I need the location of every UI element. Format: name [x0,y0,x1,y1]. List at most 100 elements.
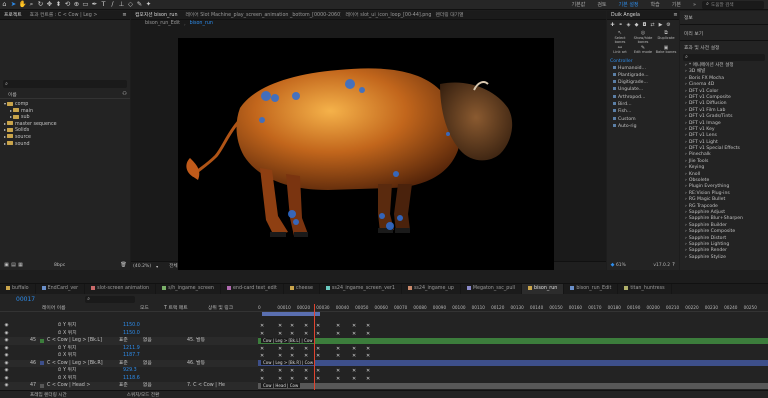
timeline-tab[interactable]: titan_huntress [618,284,672,294]
bake-bones-button[interactable]: ▣ Bake bones [655,45,677,55]
chevron-right-icon[interactable]: › [685,159,687,164]
keyframe-marker[interactable]: ✕ [290,376,294,382]
list-item[interactable]: Custom [607,116,679,123]
chevron-right-icon[interactable]: › [685,146,687,151]
keyframe-marker[interactable]: ✕ [316,323,320,329]
timeline-tab[interactable]: slot-screen animation [85,284,157,294]
visibility-eye-icon[interactable]: ◉ [3,330,10,337]
column-layer-name[interactable]: 레이어 이름 [42,304,140,311]
list-item[interactable]: Digitigrade... [607,79,679,86]
keyframe-marker[interactable]: ✕ [278,376,282,382]
keyframe-marker[interactable]: ✕ [366,376,370,382]
keyframe-marker[interactable]: ✕ [290,346,294,352]
tree-folder-master-sequence[interactable]: ▸ master sequence [0,120,130,127]
playhead[interactable] [314,304,315,390]
list-item[interactable]: Bird... [607,101,679,108]
track-matte-select[interactable]: 없음 [143,337,187,345]
keyframe-marker[interactable]: ✕ [316,376,320,382]
panel-menu-icon[interactable]: ≡ [121,12,128,19]
keyframe-marker[interactable]: ✕ [316,353,320,359]
chevron-right-icon[interactable]: › [685,255,687,260]
timeline-timecode[interactable]: 00017 [16,296,35,303]
keyframe-marker[interactable]: ✕ [352,323,356,329]
layer-duration-bar[interactable]: Cow | Leg > [Bk.L] | Cow [258,337,768,344]
puppet-pin-icon[interactable]: ✦ [144,0,153,9]
timeline-tab[interactable]: end-card text_edit [221,284,284,294]
keyframe-marker[interactable]: ✕ [366,331,370,337]
parent-select[interactable]: 45. 발등 [187,337,231,345]
help-icon[interactable]: ? [670,262,677,269]
timeline-tab[interactable]: Megaton_ssc_pull [461,284,523,294]
list-item[interactable]: Plantigrade... [607,72,679,79]
visibility-eye-icon[interactable]: ◉ [3,367,10,374]
chevron-right-icon[interactable]: › [685,236,687,241]
visibility-eye-icon[interactable]: ◉ [3,382,10,389]
workspace-basic[interactable]: 기본 [666,0,687,10]
workspace-more-icon[interactable]: » [687,0,702,10]
tree-folder-sound[interactable]: ▸ sound [0,140,130,147]
chevron-right-icon[interactable]: › [685,223,687,228]
layer-name[interactable]: C < Cow | Head > [47,382,119,390]
play-icon[interactable]: ▶ [657,22,664,29]
property-row[interactable]: ◉ ⏱ X 위치 1118.6 [0,375,258,383]
tab-effect-controls[interactable]: 효과 컨트롤 : C < Cow | Leg > [26,11,102,20]
tree-folder-main[interactable]: ▸ main [0,107,130,114]
timeline-tab[interactable]: cheese [284,284,320,294]
bone-icon[interactable]: ✚ [609,22,616,29]
property-row[interactable]: ◉ ⏱ Y 위치 1150.0 [0,322,258,330]
keyframe-marker[interactable]: ✕ [366,346,370,352]
chevron-right-icon[interactable]: › [685,172,687,177]
keyframe-marker[interactable]: ✕ [336,353,340,359]
timeline-tab[interactable]: bison_run [522,284,565,294]
keyframe-marker[interactable]: ✕ [352,376,356,382]
keyframe-marker[interactable]: ✕ [278,331,282,337]
time-ruler[interactable]: 0 00010 00020 00030 00040 00050 00060 00070 0008… [258,304,768,312]
keyframe-marker[interactable]: ✕ [304,331,308,337]
column-mode[interactable]: 모드 [140,304,164,311]
property-value[interactable]: 1187.7 [123,352,140,360]
clone-stamp-icon[interactable]: ⊥ [117,0,126,9]
link-icon[interactable]: ⚭ [617,22,624,29]
list-item[interactable]: Auto-rig [607,123,679,130]
chevron-right-icon[interactable]: › [685,184,687,189]
property-value[interactable]: 929.3 [123,367,137,375]
keyframe-marker[interactable]: ✕ [304,376,308,382]
keyframe-marker[interactable]: ✕ [316,368,320,374]
chevron-down-icon[interactable]: ▾ [155,263,159,270]
tab-project[interactable]: 프로젝트 [0,11,26,20]
tree-folder-comp[interactable]: ▾ comp [0,100,130,107]
keyframe-marker[interactable]: ✕ [316,331,320,337]
keyframe-marker[interactable]: ✕ [352,353,356,359]
timeline-tab[interactable]: ss24_ingame_screen_ver1 [320,284,402,294]
chevron-right-icon[interactable]: › [685,89,687,94]
timeline-tab[interactable]: buffalo [0,284,36,294]
edit-mode-button[interactable]: ✎ Edit mode [632,45,654,55]
chevron-right-icon[interactable]: › [685,197,687,202]
help-search[interactable]: ⌕ 도움말 검색 [702,0,764,9]
keyframe-marker[interactable]: ✕ [316,346,320,352]
parent-select[interactable]: 46. 발등 [187,360,231,368]
settings-icon[interactable]: ⚙ [665,22,672,29]
chevron-right-icon[interactable]: › [685,248,687,253]
keyframe-marker[interactable]: ✕ [304,368,308,374]
column-track-matte[interactable]: T 트랙 매트 [164,304,208,311]
chevron-right-icon[interactable]: › [685,108,687,113]
tree-folder-solids[interactable]: ▸ Solids [0,126,130,133]
visibility-eye-icon[interactable]: ◉ [3,322,10,329]
interpret-footage-icon[interactable]: ▣ [3,262,10,269]
chevron-right-icon[interactable]: › [685,121,687,126]
chevron-right-icon[interactable]: › [685,69,687,74]
property-value[interactable]: 1211.9 [123,345,140,353]
keyframe-marker[interactable]: ✕ [260,376,264,382]
io-icon[interactable]: ⇄ [649,22,656,29]
chevron-right-icon[interactable]: › [685,229,687,234]
property-row[interactable]: ◉ ⏱ Y 위치 929.3 [0,367,258,375]
label-color-swatch[interactable] [40,361,44,366]
stopwatch-icon[interactable]: ⏱ [56,330,63,337]
link-art-button[interactable]: ⚯ Link art [609,45,631,55]
property-value[interactable]: 1150.0 [123,322,140,330]
visibility-eye-icon[interactable]: ◉ [3,352,10,359]
tab-composition[interactable]: 컴포지션 bison_run [131,11,181,20]
bpc-label[interactable]: 8bpc [54,263,65,268]
list-item[interactable]: Ungulate... [607,86,679,93]
